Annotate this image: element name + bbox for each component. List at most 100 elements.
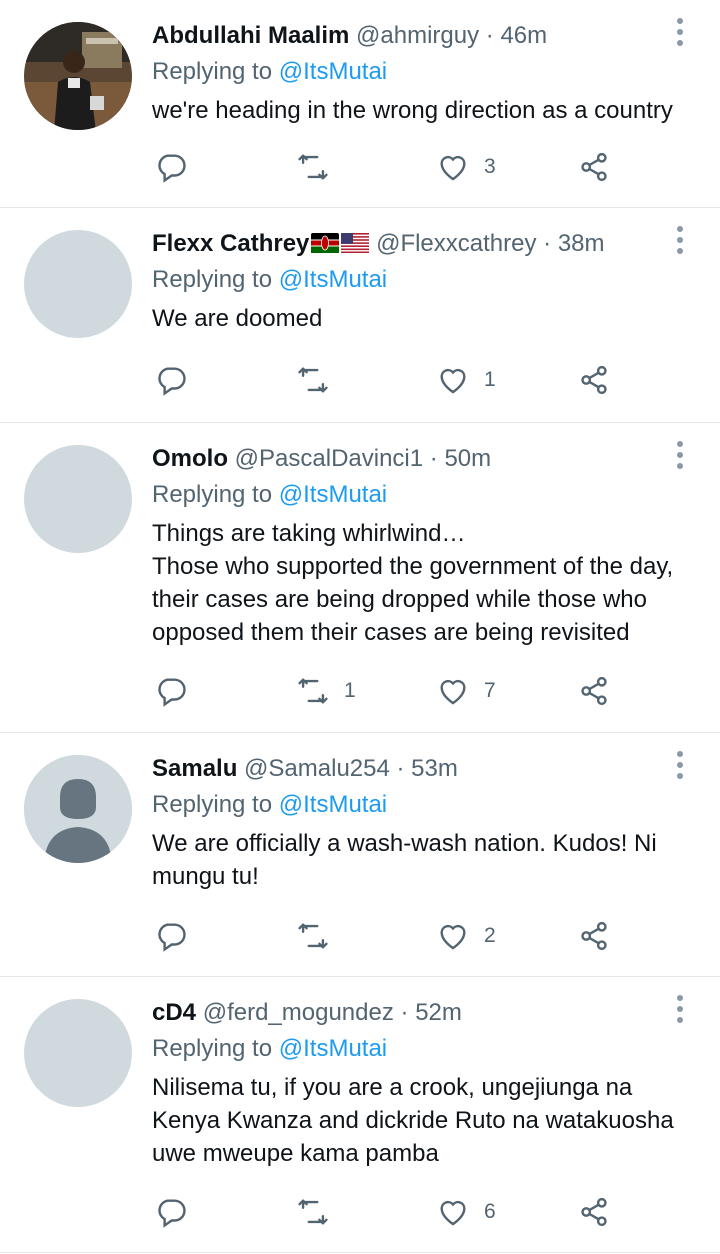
retweet-icon: [298, 1199, 328, 1225]
reply-tweet[interactable]: Flexx Cathrey @Flexxcathrey · 38m Replyi…: [0, 208, 720, 423]
like-count: 6: [484, 1200, 496, 1223]
tweet-text: We are doomed: [152, 302, 690, 335]
reply-icon: [158, 367, 186, 396]
retweet-icon: [298, 678, 328, 704]
heart-icon: [440, 368, 466, 394]
display-name[interactable]: Samalu: [152, 755, 237, 782]
mention-link[interactable]: @ItsMutai: [279, 1035, 387, 1062]
kenya-flag-icon: [311, 233, 340, 253]
like-button[interactable]: 1: [436, 360, 496, 400]
mention-link[interactable]: @ItsMutai: [279, 481, 387, 508]
display-name[interactable]: Abdullahi Maalim: [152, 22, 349, 49]
heart-icon: [440, 924, 466, 950]
tweet-header: Abdullahi Maalim @ahmirguy · 46m: [152, 20, 690, 52]
share-icon: [581, 152, 607, 182]
avatar-photo: [24, 22, 132, 130]
timestamp[interactable]: 53m: [411, 755, 458, 782]
like-button[interactable]: 3: [436, 147, 496, 187]
more-options-icon[interactable]: [670, 995, 690, 1023]
timestamp[interactable]: 46m: [500, 22, 547, 49]
replying-to-label: Replying to: [152, 1035, 273, 1062]
reply-icon: [158, 678, 186, 707]
share-icon: [581, 1197, 607, 1227]
display-name[interactable]: cD4: [152, 999, 196, 1026]
reply-tweet[interactable]: Abdullahi Maalim @ahmirguy · 46m Replyin…: [0, 0, 720, 208]
share-button[interactable]: [577, 671, 611, 711]
avatar[interactable]: [24, 999, 132, 1107]
tweet-body: Omolo @PascalDavinci1 · 50m Replying to …: [152, 443, 690, 649]
tweet-header: Omolo @PascalDavinci1 · 50m: [152, 443, 690, 475]
more-options-icon[interactable]: [670, 18, 690, 46]
reply-icon: [158, 923, 186, 952]
display-name[interactable]: Flexx Cathrey: [152, 230, 309, 257]
replying-to: Replying to @ItsMutai: [152, 789, 690, 821]
share-icon: [581, 921, 607, 951]
reply-tweet[interactable]: cD4 @ferd_mogundez · 52m Replying to @It…: [0, 977, 720, 1253]
replying-to-label: Replying to: [152, 791, 273, 818]
action-bar: 1 7: [152, 671, 622, 711]
separator-dot: ·: [429, 445, 438, 472]
reply-feed: Abdullahi Maalim @ahmirguy · 46m Replyin…: [0, 0, 720, 1253]
tweet-text-line: Kenya Kwanza and dickride Ruto na wataku…: [152, 1107, 674, 1134]
avatar[interactable]: [24, 755, 132, 863]
action-bar: 1: [152, 360, 622, 400]
user-handle[interactable]: @ahmirguy: [356, 22, 479, 49]
replying-to: Replying to @ItsMutai: [152, 264, 690, 296]
retweet-button[interactable]: [296, 147, 330, 187]
retweet-button[interactable]: [296, 360, 330, 400]
separator-dot: ·: [400, 999, 409, 1026]
reply-tweet[interactable]: Samalu @Samalu254 · 53m Replying to @Its…: [0, 733, 720, 977]
reply-button[interactable]: [154, 147, 188, 187]
share-button[interactable]: [577, 916, 611, 956]
retweet-icon: [298, 154, 328, 180]
heart-icon: [440, 679, 466, 705]
mention-link[interactable]: @ItsMutai: [279, 266, 387, 293]
tweet-text-line: we're heading in the wrong direction as …: [152, 97, 673, 124]
action-bar: 3: [152, 147, 622, 187]
reply-button[interactable]: [154, 671, 188, 711]
mention-link[interactable]: @ItsMutai: [279, 791, 387, 818]
tweet-text-line: their cases are being dropped while thos…: [152, 586, 647, 613]
user-handle[interactable]: @Flexxcathrey: [376, 230, 536, 257]
reply-button[interactable]: [154, 916, 188, 956]
like-button[interactable]: 2: [436, 916, 496, 956]
more-options-icon[interactable]: [670, 751, 690, 779]
avatar[interactable]: [24, 22, 132, 130]
tweet-text-line: Nilisema tu, if you are a crook, ungejiu…: [152, 1074, 633, 1101]
like-button[interactable]: 6: [436, 1192, 496, 1232]
reply-button[interactable]: [154, 1192, 188, 1232]
share-icon: [581, 676, 607, 706]
like-button[interactable]: 7: [436, 671, 496, 711]
retweet-count: 1: [344, 679, 356, 702]
timestamp[interactable]: 52m: [415, 999, 462, 1026]
timestamp[interactable]: 38m: [558, 230, 605, 257]
more-options-icon[interactable]: [670, 441, 690, 469]
user-handle[interactable]: @PascalDavinci1: [235, 445, 423, 472]
tweet-header: Flexx Cathrey @Flexxcathrey · 38m: [152, 228, 690, 260]
retweet-icon: [298, 923, 328, 949]
action-bar: 6: [152, 1192, 622, 1232]
avatar[interactable]: [24, 445, 132, 553]
share-button[interactable]: [577, 147, 611, 187]
tweet-body: cD4 @ferd_mogundez · 52m Replying to @It…: [152, 997, 690, 1170]
retweet-button[interactable]: [296, 916, 330, 956]
reply-button[interactable]: [154, 360, 188, 400]
reply-tweet[interactable]: Omolo @PascalDavinci1 · 50m Replying to …: [0, 423, 720, 733]
retweet-button[interactable]: 1: [296, 671, 356, 711]
user-handle[interactable]: @Samalu254: [244, 755, 390, 782]
tweet-text-line: mungu tu!: [152, 863, 259, 890]
timestamp[interactable]: 50m: [444, 445, 491, 472]
share-button[interactable]: [577, 1192, 611, 1232]
more-options-icon[interactable]: [670, 226, 690, 254]
user-handle[interactable]: @ferd_mogundez: [203, 999, 394, 1026]
display-name[interactable]: Omolo: [152, 445, 228, 472]
tweet-header: cD4 @ferd_mogundez · 52m: [152, 997, 690, 1029]
avatar[interactable]: [24, 230, 132, 338]
share-button[interactable]: [577, 360, 611, 400]
action-bar: 2: [152, 916, 622, 956]
separator-dot: ·: [485, 22, 494, 49]
reply-icon: [158, 1199, 186, 1228]
tweet-text-line: Those who supported the government of th…: [152, 553, 674, 580]
mention-link[interactable]: @ItsMutai: [279, 58, 387, 85]
retweet-button[interactable]: [296, 1192, 330, 1232]
